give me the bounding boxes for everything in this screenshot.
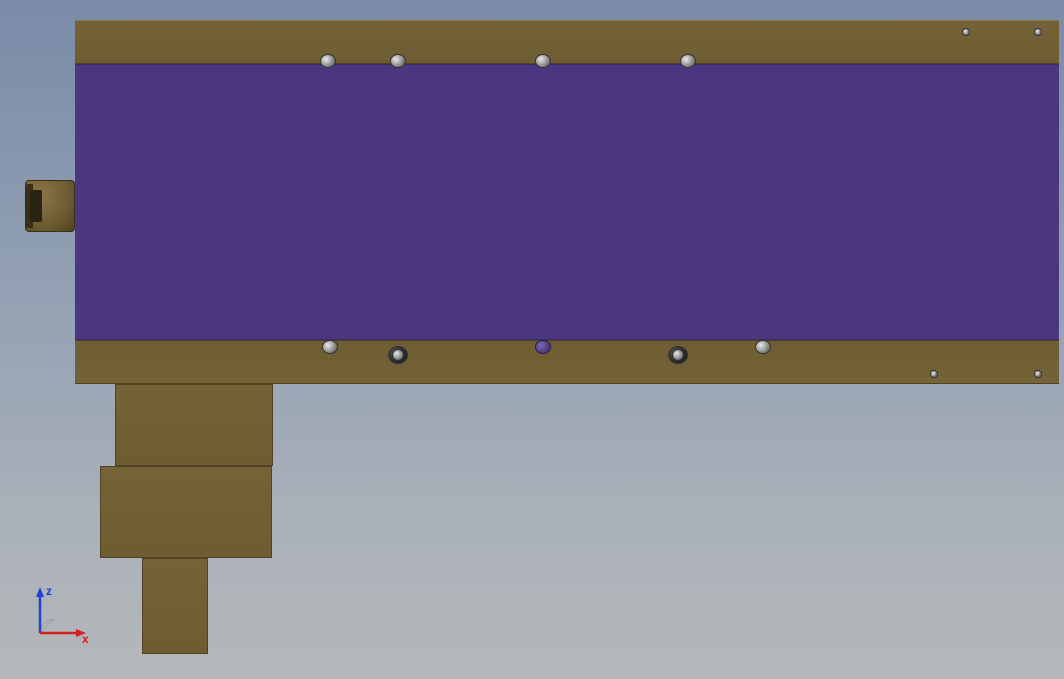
fastener-hole[interactable] [1034, 370, 1042, 378]
left-shaft-bore [30, 190, 42, 222]
cad-3d-viewport[interactable]: z x [0, 0, 1064, 679]
fastener-hole[interactable] [390, 54, 406, 68]
fastener-hole[interactable] [322, 340, 338, 354]
fastener-hole[interactable] [930, 370, 938, 378]
bottom-rail[interactable] [75, 340, 1059, 384]
fastener-hole[interactable] [320, 54, 336, 68]
step-block-1[interactable] [115, 384, 273, 466]
fastener-hole[interactable] [1034, 28, 1042, 36]
fastener-hole[interactable] [680, 54, 696, 68]
view-triad[interactable]: z x [22, 581, 92, 651]
fastener-hole[interactable] [535, 340, 551, 354]
step-block-3[interactable] [142, 558, 208, 654]
fastener-hole-inner [672, 349, 684, 361]
z-axis-arrow [36, 587, 44, 597]
x-axis-label: x [82, 632, 89, 646]
step-block-2[interactable] [100, 466, 272, 558]
fastener-hole[interactable] [535, 54, 551, 68]
top-rail[interactable] [75, 20, 1059, 64]
fastener-hole-inner [392, 349, 404, 361]
fastener-hole[interactable] [962, 28, 970, 36]
fastener-hole[interactable] [755, 340, 771, 354]
triad-origin-icon [40, 619, 54, 633]
main-panel[interactable] [75, 64, 1059, 340]
z-axis-label: z [46, 584, 52, 598]
assembly-model[interactable] [0, 0, 1064, 679]
